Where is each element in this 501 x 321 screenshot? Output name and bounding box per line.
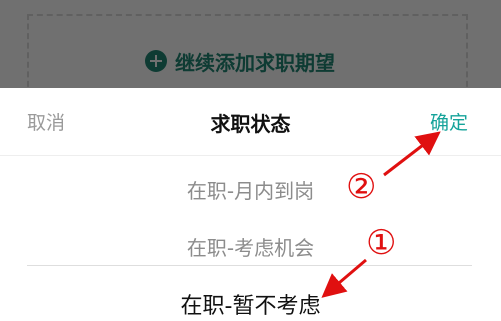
add-expectation-label: 继续添加求职期望 — [175, 50, 335, 75]
confirm-button[interactable]: 确定 — [430, 108, 468, 135]
picker-option-not-considering[interactable]: 在职-暂不考虑 — [0, 288, 501, 320]
plus-circle-icon — [145, 50, 167, 72]
status-picker-sheet: 取消 求职状态 确定 在职-月内到岗 在职-考虑机会 在职-暂不考虑 — [0, 88, 501, 321]
dimmed-backdrop[interactable]: 继续添加求职期望 — [0, 0, 501, 106]
annotation-marker-1: ① — [366, 223, 397, 263]
annotation-marker-2: ② — [346, 167, 377, 207]
picker-option-month-arrival[interactable]: 在职-月内到岗 — [0, 175, 501, 204]
picker-option-consider-opportunities[interactable]: 在职-考虑机会 — [0, 232, 501, 261]
sheet-header: 取消 求职状态 确定 — [0, 88, 501, 156]
add-expectation-button[interactable]: 继续添加求职期望 — [145, 47, 335, 75]
selection-divider-top — [27, 265, 472, 266]
sheet-title: 求职状态 — [210, 112, 291, 136]
